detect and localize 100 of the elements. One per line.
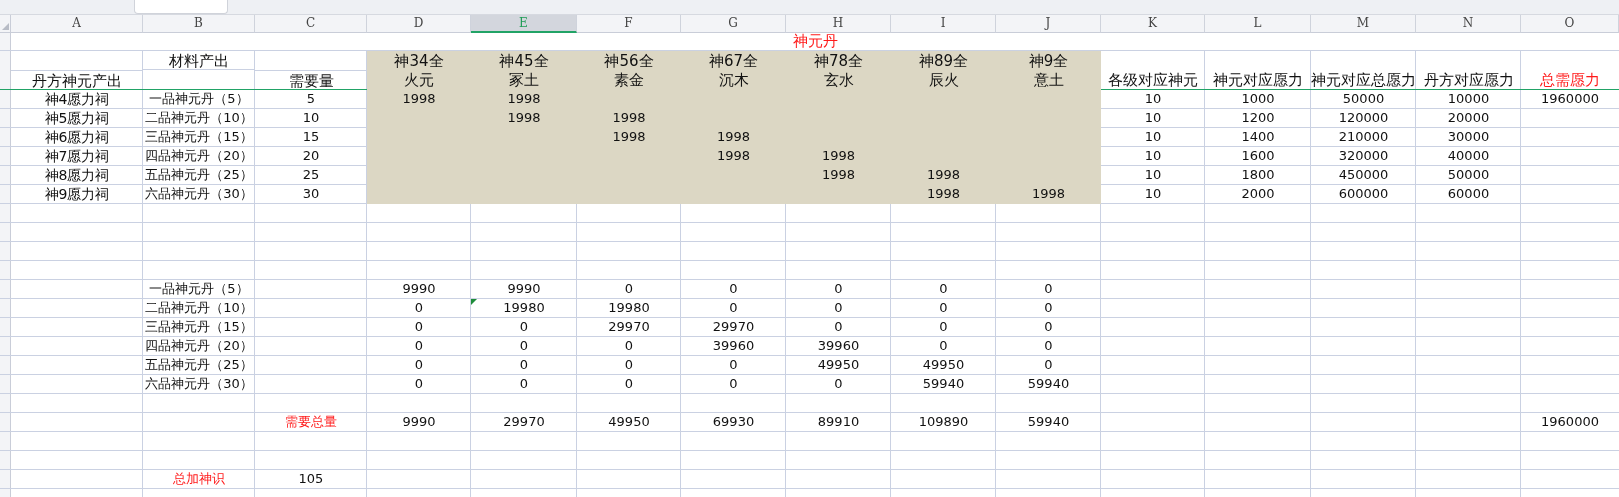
- table-cell-text: 29970: [502, 413, 546, 431]
- table-cell-text: 六品神元丹（30）: [144, 185, 254, 203]
- table-cell-text: 320000: [1337, 147, 1390, 165]
- table-cell-text: 2000: [1240, 185, 1276, 203]
- row-header[interactable]: [0, 51, 11, 89]
- table-cell: 19980: [471, 299, 577, 317]
- table-cell-text: 89910: [816, 413, 861, 431]
- table-cell-text: 四品神元丹（20）: [144, 147, 254, 165]
- row-header[interactable]: [0, 166, 11, 184]
- row-header[interactable]: [0, 299, 11, 317]
- table-cell-text: 0: [833, 299, 844, 317]
- column-header[interactable]: C: [255, 15, 367, 33]
- column-header[interactable]: H: [786, 15, 891, 33]
- table-cell-text: 一品神元丹（5）: [148, 90, 250, 108]
- table-cell-text: 109890: [917, 413, 970, 431]
- column-header[interactable]: N: [1416, 15, 1521, 33]
- table-cell-text: 0: [1043, 299, 1054, 317]
- table-cell-text: 50000: [1446, 166, 1491, 184]
- sheet-tab[interactable]: [134, 0, 228, 14]
- table-cell-text: 9990: [506, 280, 542, 298]
- table-cell-text: 1200: [1240, 109, 1276, 127]
- column-header[interactable]: J: [996, 15, 1101, 33]
- table-cell-text: 神8愿力祠: [43, 166, 111, 184]
- table-cell-text: 五品神元丹（25）: [144, 356, 254, 374]
- table-cell-text: 49950: [921, 356, 966, 374]
- row-header[interactable]: [0, 413, 11, 431]
- table-cell-text: 29970: [607, 318, 651, 336]
- row-header[interactable]: [0, 90, 11, 108]
- column-header[interactable]: F: [577, 15, 681, 33]
- table-cell-text: 60000: [1446, 185, 1491, 203]
- row-header[interactable]: [0, 280, 11, 298]
- column-header[interactable]: B: [143, 15, 255, 33]
- row-header[interactable]: [0, 318, 11, 336]
- table-cell-text: 10: [1143, 90, 1163, 108]
- row-header[interactable]: [0, 470, 11, 488]
- column-header[interactable]: I: [891, 15, 996, 33]
- row-header[interactable]: [0, 32, 11, 50]
- table-cell-text: 105: [297, 470, 325, 488]
- table-cell-text: 0: [413, 337, 425, 355]
- table-cell-text: 1998: [925, 185, 962, 203]
- table-cell-text: 29970: [711, 318, 756, 336]
- table-cell-text: 0: [413, 375, 425, 393]
- table-cell-text: 30: [301, 185, 321, 203]
- column-header[interactable]: G: [681, 15, 786, 33]
- table-cell-text: 0: [728, 299, 739, 317]
- column-header[interactable]: A: [11, 15, 143, 33]
- row-header[interactable]: [0, 128, 11, 146]
- row-header[interactable]: [0, 451, 11, 469]
- row-header[interactable]: [0, 185, 11, 203]
- row-header[interactable]: [0, 394, 11, 412]
- table-cell-text: 10: [1143, 166, 1163, 184]
- row-header[interactable]: [0, 223, 11, 241]
- table-cell-text: 10000: [1446, 90, 1491, 108]
- table-cell-text: 0: [518, 318, 530, 336]
- column-header[interactable]: M: [1311, 15, 1416, 33]
- table-cell-text: 1960000: [1540, 90, 1600, 108]
- table-cell-text: 10: [301, 109, 321, 127]
- column-header[interactable]: O: [1521, 15, 1619, 33]
- table-cell-text: 50000: [1341, 90, 1386, 108]
- table-cell-text: 二品神元丹（10）: [144, 109, 254, 127]
- header-cell-text: 神67全 沉木: [707, 51, 760, 90]
- table-cell-text: 39960: [816, 337, 861, 355]
- column-header[interactable]: D: [367, 15, 471, 33]
- table-cell-text: 1998: [611, 128, 647, 146]
- table-cell-text: 1600: [1240, 147, 1276, 165]
- table-cell-text: 0: [623, 337, 635, 355]
- row-header[interactable]: [0, 375, 11, 393]
- table-cell-text: 59940: [1026, 375, 1071, 393]
- table-cell-text: 59940: [921, 375, 966, 393]
- table-cell-text: 1998: [820, 166, 857, 184]
- table-cell-text: 神9愿力祠: [43, 185, 111, 203]
- row-header[interactable]: [0, 337, 11, 355]
- row-header[interactable]: [0, 242, 11, 260]
- table-cell-text: 49950: [816, 356, 861, 374]
- table-cell-text: 9990: [401, 280, 437, 298]
- header-cell-text: 神34全 火元: [393, 51, 445, 90]
- row-header[interactable]: [0, 432, 11, 450]
- row-header[interactable]: [0, 356, 11, 374]
- row-header[interactable]: [0, 109, 11, 127]
- row-header[interactable]: [0, 261, 11, 279]
- header-cell-text: 神元对应愿力: [1212, 70, 1304, 89]
- column-header[interactable]: K: [1101, 15, 1205, 33]
- row-header[interactable]: [0, 147, 11, 165]
- table-cell-text: 五品神元丹（25）: [144, 166, 254, 184]
- table-cell-text: 5: [305, 90, 317, 108]
- row-header[interactable]: [0, 204, 11, 222]
- column-header[interactable]: L: [1205, 15, 1311, 33]
- header-cell-text: 神78全 玄水: [812, 51, 865, 90]
- table-cell-text: 六品神元丹（30）: [144, 375, 254, 393]
- table-cell-text: 0: [623, 280, 635, 298]
- table-cell-text: 0: [833, 375, 844, 393]
- table-cell-text: 0: [623, 375, 635, 393]
- header-cell-text: 丹方对应愿力: [1422, 70, 1515, 89]
- header-cell-text: 神89全 辰火: [917, 51, 970, 90]
- table-cell-text: 0: [938, 318, 949, 336]
- triangle-icon: [2, 23, 9, 30]
- table-cell-text: 0: [413, 299, 425, 317]
- table-cell-text: 神7愿力祠: [43, 147, 111, 165]
- table-cell-text: 10: [1143, 185, 1163, 203]
- table-cell-text: 9990: [401, 413, 437, 431]
